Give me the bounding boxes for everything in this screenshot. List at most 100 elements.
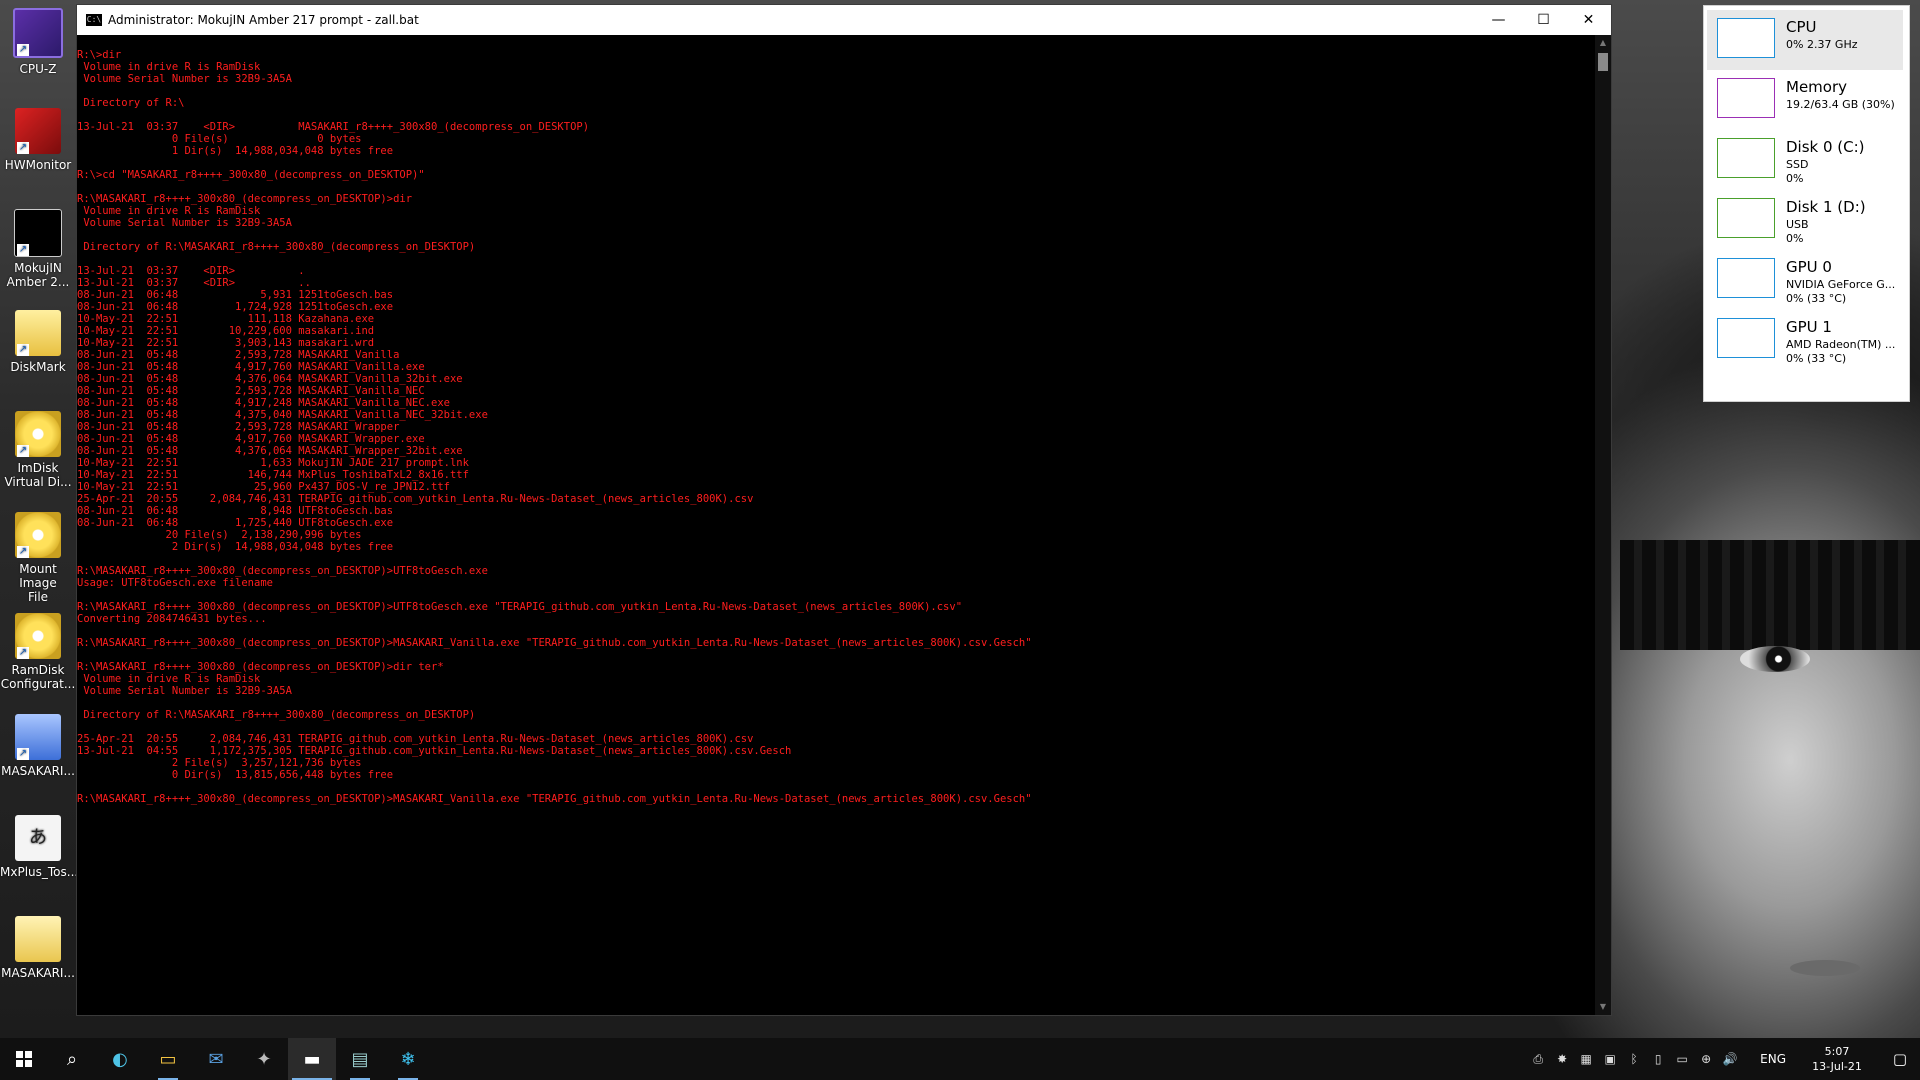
window-titlebar[interactable]: C:\ Administrator: MokujIN Amber 217 pro… xyxy=(77,5,1611,35)
clock-date: 13-Jul-21 xyxy=(1812,1060,1862,1073)
shortcut-arrow-icon: ↗ xyxy=(17,344,29,356)
perf-item-usage: 0% xyxy=(1786,232,1804,245)
perf-item-detail: 0% 2.37 GHz xyxy=(1786,38,1858,51)
font-file-icon: あ xyxy=(15,815,61,861)
shortcut-arrow-icon: ↗ xyxy=(17,142,29,154)
desktop-icon-label: Amber 2... xyxy=(6,275,70,289)
search-button[interactable]: ⌕ xyxy=(48,1038,96,1080)
desktop-icon-hwmonitor[interactable]: ↗ HWMonitor xyxy=(0,102,76,172)
diskmark-icon: ↗ xyxy=(15,310,61,356)
desktop-icon-imdisk[interactable]: ↗ ImDisk Virtual Di... xyxy=(0,405,76,489)
mail-icon[interactable]: ✉ xyxy=(192,1038,240,1080)
perf-item-cpu[interactable]: CPU 0% 2.37 GHz xyxy=(1707,10,1903,70)
perf-item-memory[interactable]: Memory 19.2/63.4 GB (30%) xyxy=(1707,70,1903,130)
snowflake-app-icon[interactable]: ❄ xyxy=(384,1038,432,1080)
desktop-icon-label: MASAKARI... xyxy=(1,764,75,778)
task-manager-icon[interactable]: ▤ xyxy=(336,1038,384,1080)
imdisk-icon: ↗ xyxy=(15,411,61,457)
network-device-icon[interactable]: ▭ xyxy=(1670,1052,1694,1067)
desktop-icon-diskmark[interactable]: ↗ DiskMark xyxy=(0,304,76,374)
shortcut-arrow-icon: ↗ xyxy=(17,44,29,56)
perf-item-gpu-1[interactable]: GPU 1 AMD Radeon(TM) ... 0% (33 °C) xyxy=(1707,310,1903,370)
desktop-icon-label: Mount Image xyxy=(19,562,57,590)
desktop-icon-ramdisk[interactable]: ↗ RamDisk Configurat... xyxy=(0,607,76,691)
desktop-icon-label: HWMonitor xyxy=(4,158,72,172)
taskbar: ⌕ ◐ ▭ ✉ ✦ ▬ ▤ ❄ ⎙ ✸ ▦ ▣ ᛒ ▯ ▭ ⊕ 🔊 ENG 5:07 13-Ju… xyxy=(0,1038,1920,1080)
terminal-text: R:\>dir Volume in drive R is RamDisk Vol… xyxy=(77,49,1032,805)
cpuz-icon: ↗ xyxy=(13,8,63,58)
scrollbar-thumb[interactable] xyxy=(1598,53,1608,71)
perf-graph xyxy=(1717,258,1775,298)
maximize-button[interactable]: ☐ xyxy=(1521,5,1566,35)
wallpaper-hair xyxy=(1620,540,1920,650)
notification-center-icon[interactable]: ▢ xyxy=(1880,1050,1920,1068)
keyboard-icon[interactable]: ▦ xyxy=(1574,1052,1598,1067)
perf-item-name: Disk 1 (D:) xyxy=(1786,198,1866,216)
perf-item-name: CPU xyxy=(1786,18,1817,36)
command-prompt-window[interactable]: C:\ Administrator: MokujIN Amber 217 pro… xyxy=(76,4,1612,1016)
perf-item-detail: USB xyxy=(1786,218,1809,231)
nvidia-icon[interactable]: ▣ xyxy=(1598,1052,1622,1067)
wallpaper-eye xyxy=(1740,646,1810,672)
perf-item-detail: 19.2/63.4 GB (30%) xyxy=(1786,98,1895,111)
terminal-output-area[interactable]: R:\>dir Volume in drive R is RamDisk Vol… xyxy=(77,35,1595,1015)
desktop-icon-mokujin[interactable]: ↗ MokujIN Amber 2... xyxy=(0,203,76,289)
performance-widget: CPU 0% 2.37 GHz Memory 19.2/63.4 GB (30%) Di… xyxy=(1703,5,1910,402)
ramdisk-icon: ↗ xyxy=(15,613,61,659)
perf-item-disk-0-c[interactable]: Disk 0 (C:) SSD 0% xyxy=(1707,130,1903,190)
desktop-icon-cpuz[interactable]: ↗ CPU-Z xyxy=(0,2,76,76)
perf-item-gpu-0[interactable]: GPU 0 NVIDIA GeForce G... 0% (33 °C) xyxy=(1707,250,1903,310)
perf-graph xyxy=(1717,138,1775,178)
desktop-icon-masakari-folder[interactable]: MASAKARI... xyxy=(0,910,76,980)
edge-icon[interactable]: ◐ xyxy=(96,1038,144,1080)
language-indicator[interactable]: ENG xyxy=(1760,1052,1786,1066)
file-explorer-icon[interactable]: ▭ xyxy=(144,1038,192,1080)
wallpaper-lips xyxy=(1790,960,1860,976)
scroll-up-arrow-icon[interactable]: ▲ xyxy=(1595,35,1611,51)
perf-item-detail: AMD Radeon(TM) ... xyxy=(1786,338,1896,351)
shortcut-arrow-icon: ↗ xyxy=(17,647,29,659)
desktop-icon-mount-image[interactable]: ↗ Mount Image File xyxy=(0,506,76,604)
vertical-scrollbar[interactable]: ▲ ▼ xyxy=(1595,35,1611,1015)
desktop-icon-label: Virtual Di... xyxy=(4,475,72,489)
usb-device-icon[interactable]: ⎙ xyxy=(1526,1052,1550,1067)
shortcut-arrow-icon: ↗ xyxy=(17,748,29,760)
perf-item-name: Memory xyxy=(1786,78,1848,96)
desktop-icon-label: Configurat... xyxy=(0,677,76,691)
close-button[interactable]: ✕ xyxy=(1566,5,1611,35)
masakari-icon: ↗ xyxy=(15,714,61,760)
shortcut-arrow-icon: ↗ xyxy=(17,244,29,256)
desktop-icon-mxplus-font[interactable]: あ MxPlus_Tos... xyxy=(0,809,79,879)
app-icon[interactable]: ✦ xyxy=(240,1038,288,1080)
volume-icon[interactable]: 🔊 xyxy=(1718,1052,1742,1067)
tray-icons: ⎙ ✸ ▦ ▣ ᛒ ▯ ▭ ⊕ 🔊 xyxy=(1526,1052,1742,1067)
desktop-icon-label: RamDisk xyxy=(11,663,65,677)
command-prompt-icon[interactable]: C:\ xyxy=(86,14,102,26)
bluetooth-icon[interactable]: ᛒ xyxy=(1622,1052,1646,1067)
desktop-icon-label: CPU-Z xyxy=(19,62,57,76)
perf-item-disk-1-d[interactable]: Disk 1 (D:) USB 0% xyxy=(1707,190,1903,250)
perf-item-usage: 0% xyxy=(1786,172,1804,185)
scroll-down-arrow-icon[interactable]: ▼ xyxy=(1595,999,1611,1015)
start-button[interactable] xyxy=(0,1038,48,1080)
battery-icon[interactable]: ▯ xyxy=(1646,1052,1670,1067)
perf-item-name: Disk 0 (C:) xyxy=(1786,138,1865,156)
desktop-icon-masakari[interactable]: ↗ MASAKARI... xyxy=(0,708,76,778)
minimize-button[interactable]: — xyxy=(1476,5,1521,35)
folder-icon xyxy=(15,916,61,962)
mokujin-icon: ↗ xyxy=(14,209,62,257)
command-prompt-taskbar-icon[interactable]: ▬ xyxy=(288,1038,336,1080)
clock[interactable]: 5:07 13-Jul-21 xyxy=(1804,1044,1870,1074)
perf-graph xyxy=(1717,198,1775,238)
perf-item-name: GPU 0 xyxy=(1786,258,1832,276)
perf-graph xyxy=(1717,78,1775,118)
mount-image-icon: ↗ xyxy=(15,512,61,558)
perf-item-usage: 0% (33 °C) xyxy=(1786,352,1847,365)
perf-graph xyxy=(1717,318,1775,358)
network-icon[interactable]: ⊕ xyxy=(1694,1052,1718,1067)
antivirus-icon[interactable]: ✸ xyxy=(1550,1052,1574,1067)
window-title: Administrator: MokujIN Amber 217 prompt … xyxy=(108,13,419,27)
system-tray: ⎙ ✸ ▦ ▣ ᛒ ▯ ▭ ⊕ 🔊 ENG 5:07 13-Jul-21 ▢ xyxy=(1526,1038,1920,1080)
desktop-icon-label: MxPlus_Tos... xyxy=(0,865,79,879)
perf-item-name: GPU 1 xyxy=(1786,318,1832,336)
